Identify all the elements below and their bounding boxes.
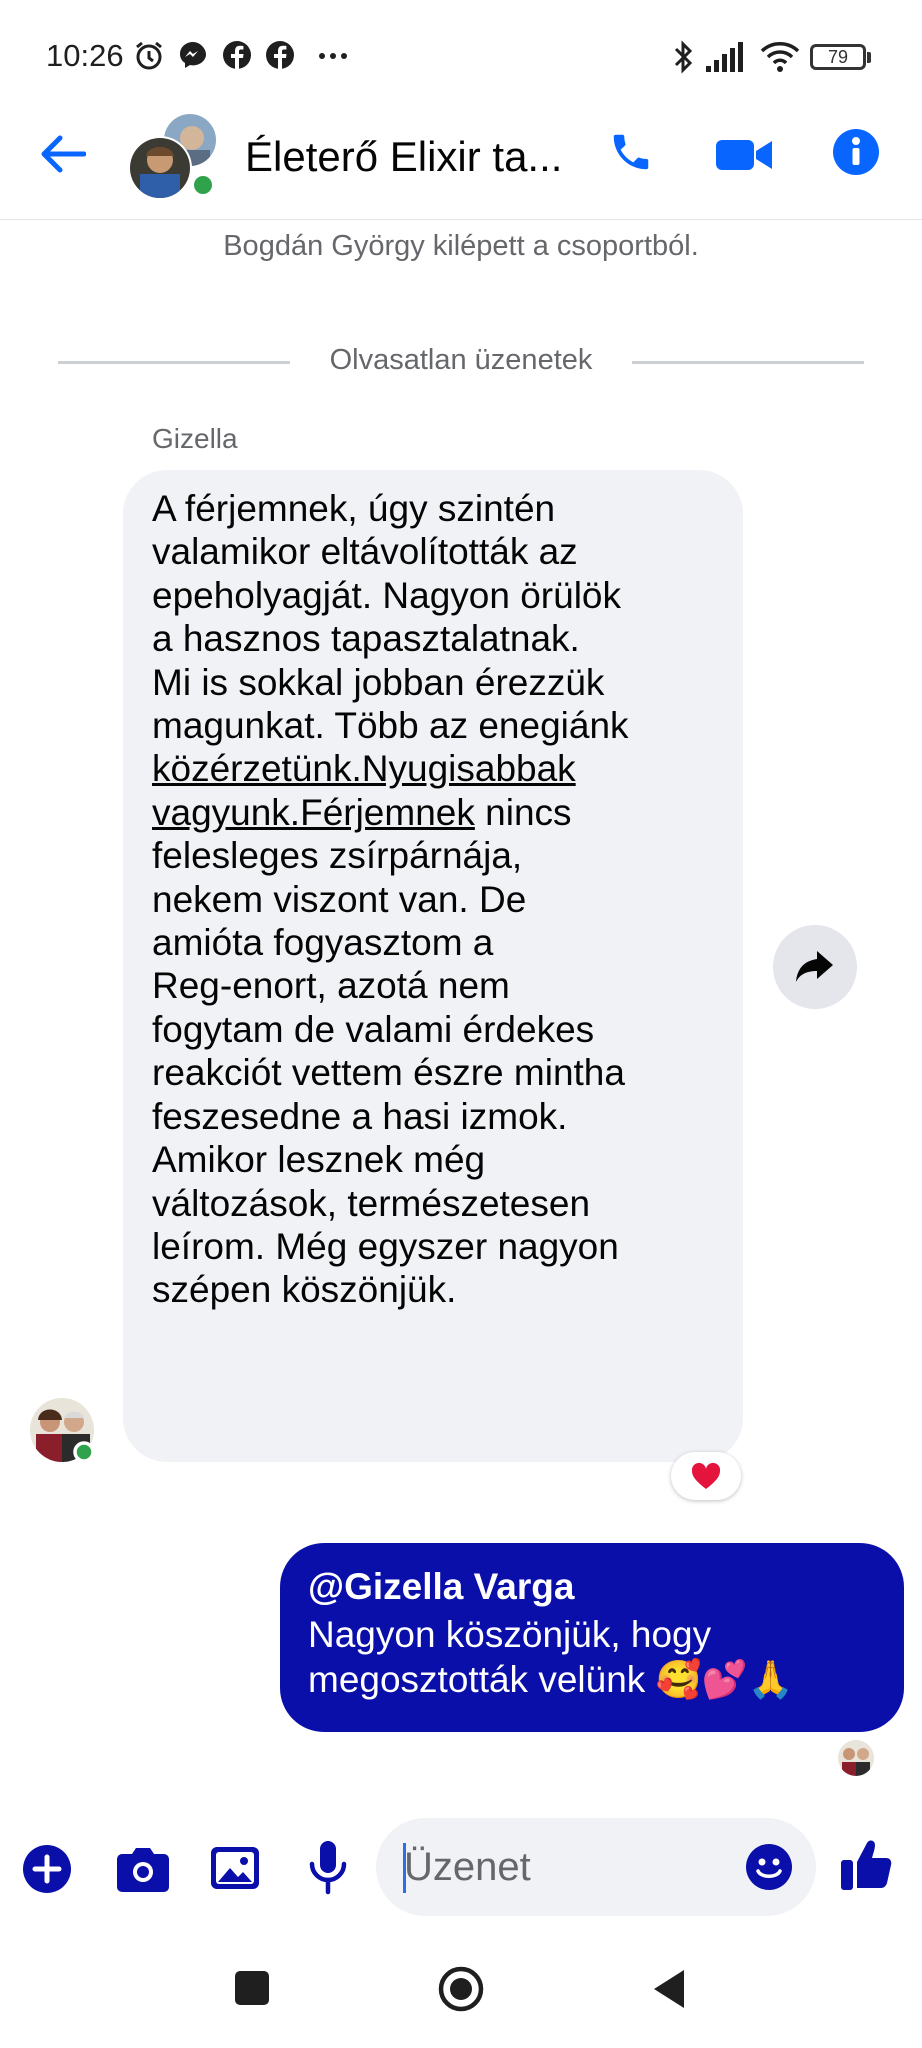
add-icon[interactable]: [22, 1844, 72, 1894]
facebook-icon: [266, 41, 294, 69]
gallery-icon[interactable]: [210, 1844, 260, 1892]
facebook-icon: [223, 41, 251, 69]
microphone-icon[interactable]: [308, 1840, 348, 1896]
divider-line: [58, 361, 290, 364]
message-link[interactable]: közérzetünk.Nyugisabbak: [152, 748, 576, 789]
video-call-icon[interactable]: [716, 138, 772, 172]
battery-cap: [867, 52, 871, 63]
incoming-message-text: A férjemnek, úgy szintén valamikor eltáv…: [152, 487, 722, 1312]
message-link[interactable]: vagyunk.Férjemnek: [152, 792, 475, 833]
unread-divider-label: Olvasatlan üzenetek: [329, 344, 593, 376]
divider-line: [632, 361, 864, 364]
sender-avatar[interactable]: [30, 1396, 94, 1464]
info-icon[interactable]: [832, 128, 880, 176]
share-arrow-icon: [796, 951, 833, 982]
message-text-part: nincs felesleges zsírpárnája, nekem visz…: [152, 791, 625, 1311]
camera-icon[interactable]: [116, 1846, 170, 1892]
bluetooth-icon: [674, 40, 693, 74]
read-receipt-avatar: [838, 1740, 874, 1776]
system-note: Bogdán György kilépett a csoportból.: [223, 230, 699, 262]
heart-icon: [691, 1462, 721, 1489]
more-icon: [319, 53, 347, 59]
wifi-icon: [760, 42, 800, 72]
signal-icon: [706, 42, 743, 72]
chat-title[interactable]: Életerő Elixir ta...: [245, 133, 562, 181]
message-text-part: A férjemnek, úgy szintén valamikor eltáv…: [152, 488, 629, 747]
alarm-icon: [136, 41, 162, 70]
reaction-badge[interactable]: [671, 1452, 741, 1500]
back-arrow-icon[interactable]: [40, 134, 86, 174]
emoji-icon[interactable]: [745, 1843, 793, 1891]
status-time: 10:26: [46, 38, 124, 73]
back-nav-icon[interactable]: [652, 1968, 686, 2010]
home-icon[interactable]: [438, 1966, 484, 2012]
recent-apps-icon[interactable]: [234, 1970, 270, 2006]
group-avatar[interactable]: [128, 112, 224, 200]
message-mention[interactable]: @Gizella Varga: [308, 1566, 574, 1608]
outgoing-message-text: Nagyon köszönjük, hogy megosztották velü…: [308, 1614, 794, 1700]
messenger-icon: [180, 42, 206, 68]
like-icon[interactable]: [840, 1838, 892, 1892]
text-caret: [403, 1843, 406, 1893]
forward-button[interactable]: [773, 925, 857, 1009]
battery-icon: 79: [810, 44, 866, 70]
sender-name: Gizella: [152, 423, 238, 454]
phone-icon[interactable]: [608, 128, 654, 176]
